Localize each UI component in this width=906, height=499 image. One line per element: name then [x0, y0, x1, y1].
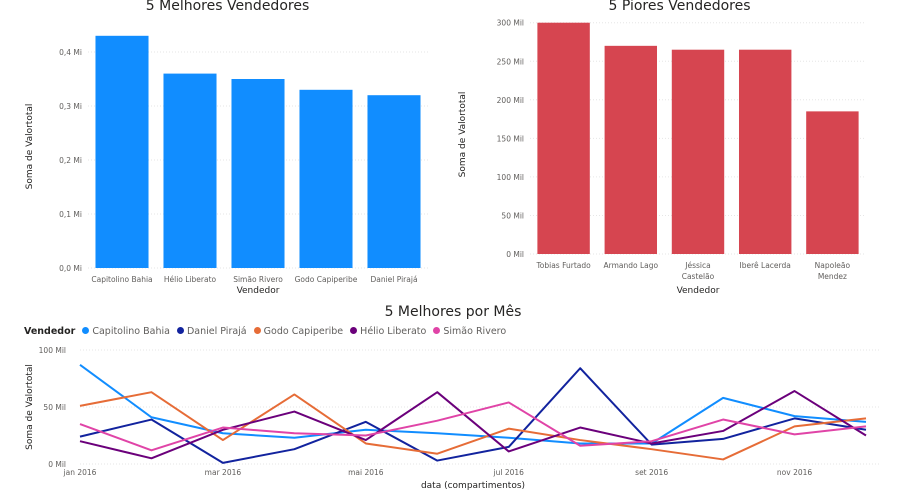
legend-label: Capitolino Bahia: [92, 326, 170, 337]
y-tick-label: 50 Mil: [501, 211, 524, 220]
y-tick-label: 250 Mil: [497, 57, 524, 66]
chart-svg: 0 Mil 50 Mil 100 Mil 150 Mil 200 Mil 250 Mil 3…: [458, 19, 866, 296]
y-tick-label: 200 Mil: [497, 96, 524, 105]
legend-swatch: [253, 327, 261, 334]
legend-item[interactable]: Simão Rivero: [433, 326, 506, 337]
legend-swatch: [176, 327, 184, 334]
x-tick-label: Godo Capiperibe: [295, 275, 358, 284]
y-tick-label: 100 Mil: [497, 173, 524, 182]
x-tick-label: Capitolino Bahia: [91, 275, 152, 284]
chart-top-sellers: 5 Melhores Vendedores 0,0 Mi 0,1 Mi 0,2 Mi…: [0, 0, 455, 300]
x-axis-title: Vendedor: [237, 286, 280, 296]
y-tick-label: 0 Mil: [506, 250, 524, 259]
legend-item[interactable]: Godo Capiperibe: [253, 326, 344, 337]
x-tick-label: jul 2016: [493, 468, 525, 477]
y-tick-label: 0,2 Mi: [59, 156, 82, 165]
legend-title: Vendedor: [24, 326, 76, 337]
legend-swatch: [433, 327, 441, 334]
x-tick-label: Tobias Furtado: [535, 261, 591, 270]
legend-item[interactable]: Hélio Liberato: [350, 326, 426, 337]
y-tick-label: 100 Mil: [39, 346, 66, 355]
legend: Vendedor Capitolino Bahia Daniel Pirajá …: [24, 326, 510, 337]
legend-swatch: [82, 327, 90, 334]
x-tick-label: Simão Rivero: [233, 275, 283, 284]
y-tick-label: 0,0 Mi: [59, 264, 82, 273]
x-tick-label: Daniel Pirajá: [370, 275, 417, 284]
x-tick-label: nov 2016: [777, 468, 812, 477]
legend-swatch: [350, 327, 358, 334]
x-tick-label: jan 2016: [63, 468, 97, 477]
bar: [95, 35, 149, 268]
y-tick-label: 0,3 Mi: [59, 102, 82, 111]
y-tick-label: 0,4 Mi: [59, 48, 82, 57]
bar: [604, 45, 658, 254]
x-axis-title: Vendedor: [677, 286, 720, 296]
x-tick-label: Mendez: [818, 272, 847, 281]
legend-item[interactable]: Daniel Pirajá: [176, 326, 247, 337]
x-tick-label: Hélio Liberato: [164, 275, 217, 284]
x-tick-label: Castelão: [682, 272, 715, 281]
y-tick-label: 50 Mil: [43, 403, 66, 412]
x-tick-label: Napoleão: [815, 261, 851, 270]
bar: [299, 89, 353, 268]
x-axis-title: data (compartimentos): [421, 481, 525, 491]
series-line: [79, 401, 867, 452]
bar: [537, 22, 590, 255]
legend-label: Hélio Liberato: [360, 326, 427, 337]
legend-label: Godo Capiperibe: [263, 326, 344, 337]
x-tick-label: mai 2016: [348, 468, 384, 477]
bar: [163, 73, 217, 268]
x-tick-label: Jéssica: [684, 261, 710, 270]
legend-item[interactable]: Capitolino Bahia: [82, 326, 170, 337]
bar: [806, 111, 859, 254]
y-tick-label: 150 Mil: [497, 134, 524, 143]
legend-label: Daniel Pirajá: [186, 326, 247, 337]
bar: [738, 49, 792, 255]
x-tick-label: set 2016: [635, 468, 668, 477]
x-tick-label: Iberê Lacerda: [740, 261, 791, 270]
legend-label: Simão Rivero: [443, 326, 507, 337]
y-axis-title: Soma de Valortotal: [25, 104, 35, 190]
series-line: [79, 391, 867, 461]
y-tick-label: 0,1 Mi: [59, 210, 82, 219]
y-tick-label: 300 Mil: [497, 19, 524, 28]
y-axis-title: Soma de Valortotal: [25, 364, 35, 450]
x-tick-label: Armando Lago: [603, 261, 658, 270]
x-tick-label: mar 2016: [205, 468, 242, 477]
y-axis-title: Soma de Valortotal: [458, 92, 468, 178]
bar: [671, 49, 725, 255]
chart-worst-sellers: 5 Piores Vendedores 0 Mil 50 Mil 100 Mil 15…: [453, 0, 906, 300]
chart-svg: 0,0 Mi 0,1 Mi 0,2 Mi 0,3 Mi 0,4 Mi Capitolino…: [25, 35, 428, 296]
bar: [231, 79, 285, 268]
bar: [367, 95, 421, 268]
